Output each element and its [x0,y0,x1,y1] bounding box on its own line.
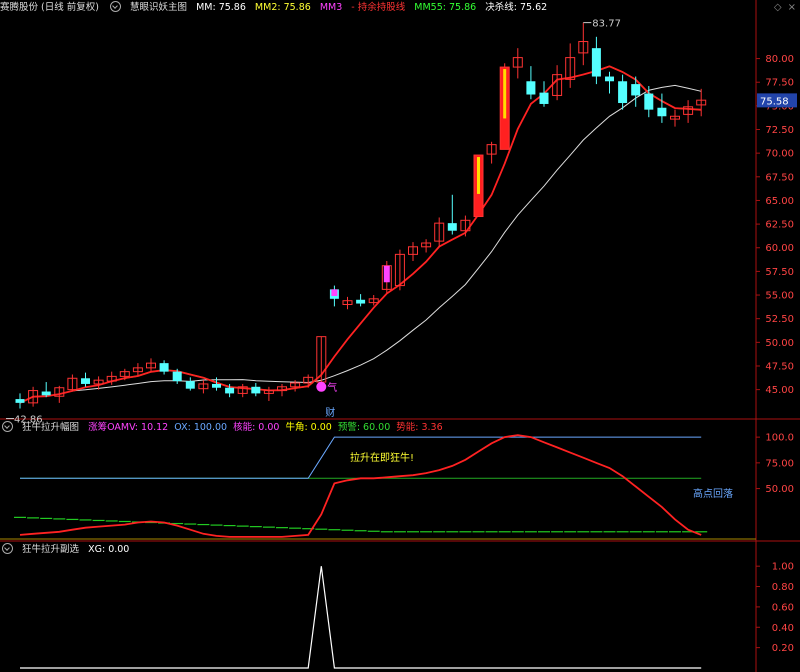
ma-green-line [124,65,702,392]
candle-body [605,76,614,82]
xg-line [20,566,702,669]
y-tick-label: 1.00 [772,562,794,573]
candle-body [657,107,667,117]
y-tick-label: 0.20 [772,643,794,654]
candle-body [172,371,182,382]
annotation-fall: 高点回落 [693,487,733,500]
candle-body [644,93,654,110]
y-tick-label: 50.00 [765,484,794,495]
y-tick-label: 80.00 [765,54,794,65]
y-tick-label: 67.50 [765,172,794,183]
y-tick-label: 65.00 [765,196,794,207]
cai-label: 财 [325,406,335,419]
candle-highlight [477,157,480,194]
candle-body [185,381,195,389]
y-tick-label: 45.00 [765,385,794,396]
candle-body [41,391,51,396]
y-tick-label: 0.80 [772,582,794,593]
candle-body [81,378,90,384]
candle-highlight [503,69,507,119]
y-tick-label: 57.50 [765,267,794,278]
candle-body [356,299,366,304]
y-tick-label: 72.50 [765,125,794,136]
candle-body [631,84,641,96]
y-tick-label: 0.40 [772,623,794,634]
price-tag: 75.58 [760,96,789,107]
candle-body [212,383,221,388]
y-tick-label: 77.50 [765,78,794,89]
candle-body [591,48,601,77]
qi-marker [316,381,327,392]
candle-body [159,363,169,372]
y-tick-label: 75.00 [765,458,794,469]
candle-body [225,387,235,394]
candle-body [539,92,549,104]
y-tick-label: 0.60 [772,602,794,613]
y-tick-label: 62.50 [765,220,794,231]
y-tick-label: 50.00 [765,338,794,349]
candle-body [15,399,25,403]
chart-area[interactable]: 80.00 77.50 75.00 72.50 70.00 67.50 65.00 62.50… [0,0,800,672]
signal-candle [383,265,390,283]
candle-body [251,386,261,394]
candle-body [526,81,536,95]
ma-red-line [19,65,702,404]
high-label: 83.77 [592,19,621,30]
low-label: 42.86 [14,415,43,426]
signal-candle [331,289,338,296]
qi-label: 气 [327,381,337,394]
y-tick-label: 60.00 [765,243,794,254]
y-tick-label: 70.00 [765,149,794,160]
ma-white-line [19,84,702,404]
candle-body [447,223,457,231]
y-tick-label: 52.50 [765,314,794,325]
y-tick-label: 55.00 [765,291,794,302]
y-tick-label: 47.50 [765,361,794,372]
y-tick-label: 100.0 [765,433,794,444]
candle-body [618,81,628,104]
annotation-launch: 拉升在即狂牛! [350,451,414,464]
